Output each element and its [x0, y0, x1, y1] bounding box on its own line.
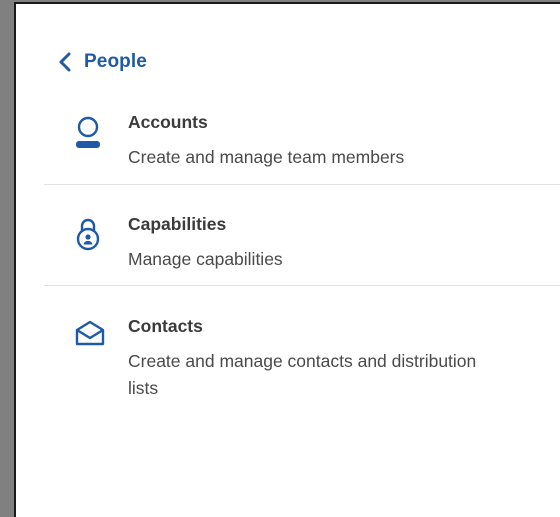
contacts-description: Create and manage contacts and distribut… [128, 351, 477, 398]
accounts-title: Accounts [128, 112, 208, 132]
divider [44, 184, 560, 185]
back-link-label: People [84, 51, 147, 72]
menu-item-contacts[interactable]: Contacts Create and manage contacts and … [44, 316, 548, 416]
accounts-description: Create and manage team members [128, 147, 405, 167]
contacts-title: Contacts [128, 316, 203, 336]
divider [44, 285, 560, 286]
menu-item-capabilities[interactable]: Capabilities Manage capabilities [44, 214, 548, 284]
capabilities-title: Capabilities [128, 214, 227, 234]
open-envelope-icon [74, 318, 106, 348]
menu-item-accounts[interactable]: Accounts Create and manage team members [44, 112, 548, 182]
user-icon [74, 116, 102, 150]
lock-icon [74, 216, 102, 252]
people-panel: People Accounts Create and manage team m… [14, 2, 560, 517]
back-to-people-link[interactable]: People [58, 48, 147, 76]
capabilities-description: Manage capabilities [128, 249, 283, 269]
chevron-left-icon [58, 52, 72, 72]
